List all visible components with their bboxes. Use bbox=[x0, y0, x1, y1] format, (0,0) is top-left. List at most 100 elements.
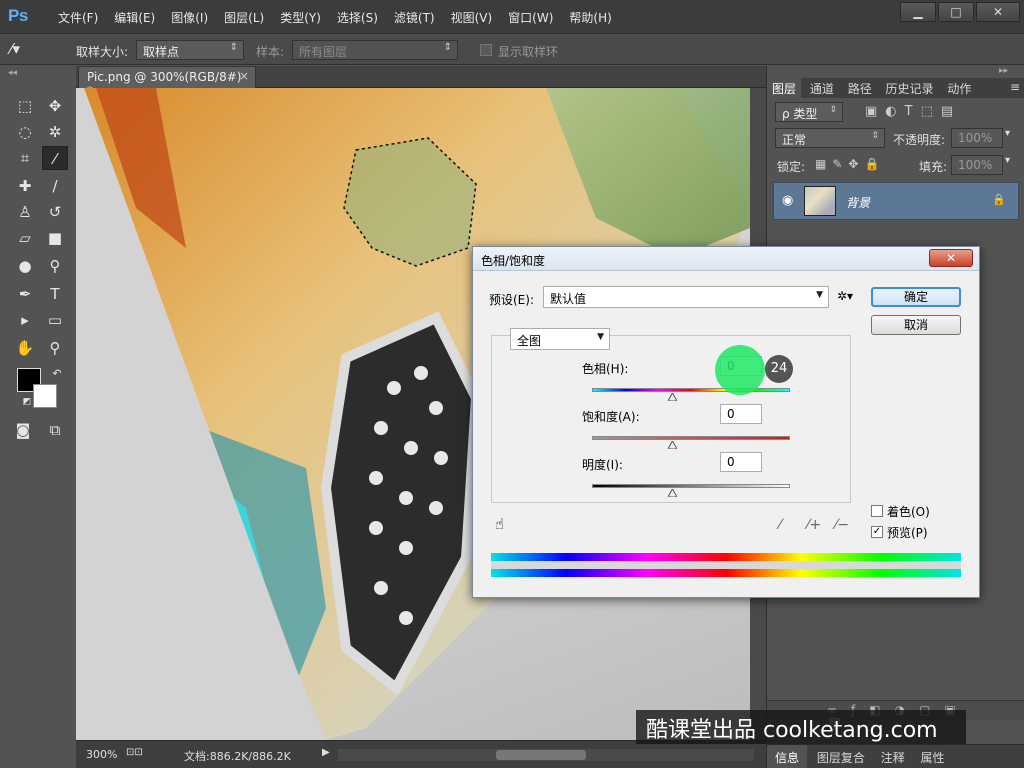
menu-layer[interactable]: 图层(L) bbox=[216, 9, 272, 26]
tab-history[interactable]: 历史记录 bbox=[881, 78, 939, 99]
scroll-thumb[interactable] bbox=[496, 750, 586, 760]
move-tool-icon[interactable]: ✥ bbox=[42, 94, 68, 118]
toolbox-collapse-icon[interactable]: ◂◂ bbox=[8, 68, 17, 78]
lightness-slider-track[interactable] bbox=[592, 484, 790, 488]
dialog-titlebar[interactable]: 色相/饱和度 ✕ bbox=[473, 247, 979, 271]
watermark-banner: 酷课堂出品 coolketang.com bbox=[636, 710, 966, 744]
pen-tool-icon[interactable]: ✒ bbox=[12, 282, 38, 306]
type-tool-icon[interactable]: T bbox=[42, 282, 68, 306]
magic-wand-tool-icon[interactable]: ✲ bbox=[42, 120, 68, 144]
menu-file[interactable]: 文件(F) bbox=[50, 9, 106, 26]
saturation-slider-track[interactable] bbox=[592, 436, 790, 440]
status-menu-arrow-icon[interactable]: ▶ bbox=[322, 747, 330, 758]
menu-type[interactable]: 类型(Y) bbox=[272, 9, 329, 26]
tab-actions[interactable]: 动作 bbox=[942, 78, 976, 99]
show-ring-checkbox[interactable] bbox=[480, 44, 492, 56]
zoom-tool-icon[interactable]: ⚲ bbox=[42, 336, 68, 360]
menu-select[interactable]: 选择(S) bbox=[329, 9, 386, 26]
lightness-input[interactable]: 0 bbox=[720, 452, 762, 472]
hue-slider-thumb[interactable] bbox=[667, 390, 678, 402]
minimize-button[interactable]: ▁ bbox=[900, 2, 936, 22]
path-selection-tool-icon[interactable]: ▸ bbox=[12, 308, 38, 332]
quick-mask-icon[interactable]: ◙ bbox=[10, 418, 36, 442]
blend-mode-select[interactable]: 正常 ⇕ bbox=[775, 128, 885, 148]
healing-brush-tool-icon[interactable]: ✚ bbox=[12, 174, 38, 198]
menu-window[interactable]: 窗口(W) bbox=[500, 9, 561, 26]
preview-checkbox[interactable]: ✓ bbox=[871, 526, 883, 538]
targeted-adjustment-hand-icon[interactable]: ☝ bbox=[495, 515, 504, 533]
tab-channels[interactable]: 通道 bbox=[805, 78, 839, 99]
opacity-dropdown-icon[interactable]: ▾ bbox=[1005, 128, 1010, 139]
horizontal-scrollbar[interactable] bbox=[338, 749, 754, 761]
gradient-tool-icon[interactable]: ■ bbox=[42, 226, 68, 250]
saturation-slider-thumb[interactable] bbox=[667, 438, 678, 450]
hue-label: 色相(H): bbox=[582, 362, 629, 376]
chevron-down-icon: ▼ bbox=[816, 290, 823, 300]
panel-menu-icon[interactable]: ≡ bbox=[1005, 78, 1024, 96]
layer-filter-select[interactable]: ρ 类型 ⇕ bbox=[775, 102, 843, 122]
tab-properties[interactable]: 属性 bbox=[915, 745, 951, 768]
layer-filter-icons[interactable]: ▣◐T⬚▤ bbox=[865, 104, 961, 119]
history-brush-tool-icon[interactable]: ↺ bbox=[42, 200, 68, 224]
status-info-icon[interactable]: ⊡⊡ bbox=[126, 747, 143, 758]
lasso-tool-icon[interactable]: ◌ bbox=[12, 120, 38, 144]
hand-tool-icon[interactable]: ✋ bbox=[12, 336, 38, 360]
background-color-swatch[interactable] bbox=[33, 384, 57, 408]
rectangle-tool-icon[interactable]: ▭ bbox=[42, 308, 68, 332]
preset-options-gear-icon[interactable]: ✲▾ bbox=[837, 289, 853, 303]
eraser-tool-icon[interactable]: ▱ bbox=[12, 226, 38, 250]
eyedropper-preset-icon[interactable]: ⁄▾ bbox=[10, 40, 20, 58]
fill-dropdown-icon[interactable]: ▾ bbox=[1005, 155, 1010, 166]
tab-paths[interactable]: 路径 bbox=[843, 78, 877, 99]
close-tab-icon[interactable]: × bbox=[239, 69, 249, 83]
toolbox: ◂◂ ⬚ ✥ ◌ ✲ ⌗ ⁄ ✚ ∕ ♙ ↺ ▱ ■ ● ⚲ ✒ T ▸ ▭ ✋… bbox=[0, 66, 76, 768]
tab-layers[interactable]: 图层 bbox=[767, 78, 802, 99]
screen-mode-icon[interactable]: ⧉ bbox=[42, 418, 68, 442]
brush-tool-icon[interactable]: ∕ bbox=[42, 174, 68, 198]
photoshop-logo: Ps bbox=[8, 6, 28, 25]
hue-slider-track[interactable] bbox=[592, 388, 790, 392]
document-tab[interactable]: Pic.png @ 300%(RGB/8#) * × bbox=[78, 66, 256, 98]
blur-tool-icon[interactable]: ● bbox=[12, 254, 38, 278]
lock-icons[interactable]: ▦✎✥🔒 bbox=[815, 157, 885, 171]
panel-collapse-icon[interactable]: ▸▸ bbox=[999, 66, 1008, 76]
tab-layer-comps[interactable]: 图层复合 bbox=[811, 745, 871, 768]
menu-image[interactable]: 图像(I) bbox=[163, 9, 216, 26]
swap-colors-icon[interactable]: ↶ bbox=[44, 362, 70, 386]
clone-stamp-tool-icon[interactable]: ♙ bbox=[12, 200, 38, 224]
dodge-tool-icon[interactable]: ⚲ bbox=[42, 254, 68, 278]
status-bar: 300% ⊡⊡ 文档:886.2K/886.2K ▶ bbox=[76, 740, 766, 768]
cancel-button[interactable]: 取消 bbox=[871, 315, 961, 335]
marquee-tool-icon[interactable]: ⬚ bbox=[12, 94, 38, 118]
saturation-input[interactable]: 0 bbox=[720, 404, 762, 424]
lightness-slider-thumb[interactable] bbox=[667, 486, 678, 498]
menu-view[interactable]: 视图(V) bbox=[443, 9, 501, 26]
eye-visibility-icon[interactable]: ◉ bbox=[782, 193, 793, 208]
eyedropper-icon[interactable]: ⁄ bbox=[779, 517, 781, 533]
tab-notes[interactable]: 注释 bbox=[875, 745, 911, 768]
tab-info[interactable]: 信息 bbox=[767, 745, 808, 768]
maximize-button[interactable]: □ bbox=[938, 2, 974, 22]
eyedropper-tool-icon[interactable]: ⁄ bbox=[42, 146, 68, 170]
menu-filter[interactable]: 滤镜(T) bbox=[386, 9, 443, 26]
colorize-checkbox[interactable] bbox=[871, 505, 883, 517]
close-button[interactable]: ✕ bbox=[976, 2, 1020, 22]
sample-size-select[interactable]: 取样点 ⇕ bbox=[136, 40, 244, 60]
opacity-label: 不透明度: bbox=[893, 133, 946, 147]
eyedropper-plus-icon[interactable]: ⁄+ bbox=[807, 517, 821, 533]
fill-field[interactable]: 100% bbox=[951, 155, 1003, 175]
dialog-close-button[interactable]: ✕ bbox=[929, 249, 973, 267]
menu-help[interactable]: 帮助(H) bbox=[561, 9, 619, 26]
opacity-field[interactable]: 100% bbox=[951, 128, 1003, 148]
chevron-updown-icon: ⇕ bbox=[871, 131, 879, 141]
layer-name[interactable]: 背景 bbox=[846, 194, 870, 211]
menu-edit[interactable]: 编辑(E) bbox=[106, 9, 163, 26]
channel-select[interactable]: 全图 ▼ bbox=[510, 328, 610, 350]
sample-select[interactable]: 所有图层 ⇕ bbox=[292, 40, 458, 60]
preset-select[interactable]: 默认值 ▼ bbox=[543, 286, 829, 308]
zoom-level[interactable]: 300% bbox=[86, 748, 117, 761]
eyedropper-minus-icon[interactable]: ⁄− bbox=[835, 517, 849, 533]
crop-tool-icon[interactable]: ⌗ bbox=[12, 146, 38, 170]
ok-button[interactable]: 确定 bbox=[871, 287, 961, 307]
layer-row-background[interactable]: ◉ 背景 🔒 bbox=[773, 182, 1019, 220]
